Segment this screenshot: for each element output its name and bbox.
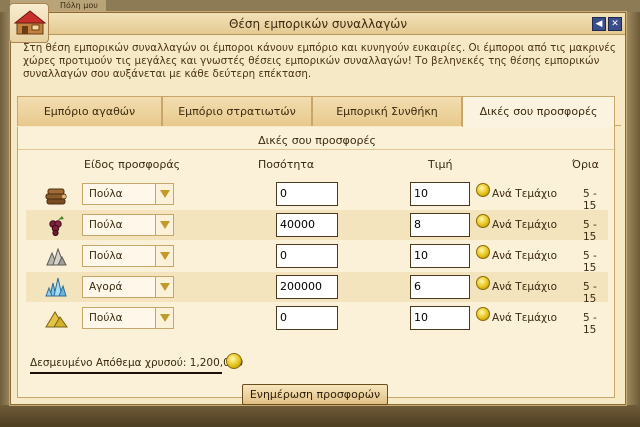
divider [30, 372, 222, 374]
offer-type-select[interactable]: Πούλα [82, 214, 174, 236]
per-unit-label: Ανά Τεμάχιο [492, 250, 558, 262]
window-title: Θέση εμπορικών συναλλαγών [228, 17, 408, 31]
header-price: Τιμή [428, 158, 453, 171]
trading-post-icon [9, 3, 49, 43]
tab-goods-trade[interactable]: Εμπόριο αγαθών [17, 96, 162, 126]
tab-your-offers[interactable]: Δικές σου προσφορές [462, 96, 615, 127]
header-limits: Όρια [572, 158, 599, 171]
offer-row-wine: Πούλα 40000 8 Ανά Τεμάχιο 5 - 15 [26, 210, 608, 243]
background-left-strip [0, 12, 10, 427]
per-unit-label: Ανά Τεμάχιο [492, 188, 558, 200]
header-offer-type: Είδος προσφοράς [84, 158, 181, 171]
header-quantity: Ποσότητα [258, 158, 315, 171]
wood-icon [45, 188, 67, 205]
offer-type-select[interactable]: Πούλα [82, 245, 174, 267]
limits-value: 5 - 15 [583, 250, 597, 274]
crystal-icon [45, 277, 67, 297]
close-button[interactable]: ✕ [608, 17, 622, 31]
marble-icon [46, 247, 67, 266]
chevron-down-icon[interactable] [155, 308, 173, 328]
gold-coin-icon [476, 245, 490, 259]
gold-coin-icon [476, 214, 490, 228]
offers-panel: Δικές σου προσφορές Είδος προσφοράς Ποσό… [17, 127, 616, 405]
chevron-down-icon[interactable] [155, 246, 173, 266]
sulfur-icon [45, 311, 68, 328]
offer-type-select[interactable]: Πούλα [82, 183, 174, 205]
window-titlebar[interactable]: Θέση εμπορικών συναλλαγών ◀ ✕ [11, 13, 625, 35]
per-unit-label: Ανά Τεμάχιο [492, 219, 558, 231]
price-input[interactable]: 10 [410, 182, 470, 206]
reserved-gold-label: Δεσμευμένο Απόθεμα χρυσού: 1,200,000 [30, 357, 244, 369]
trading-post-window: Θέση εμπορικών συναλλαγών ◀ ✕ Στη θέση ε… [9, 3, 626, 405]
quantity-input[interactable]: 200000 [276, 275, 338, 299]
limits-value: 5 - 15 [583, 188, 597, 212]
gold-coin-icon [476, 276, 490, 290]
back-button[interactable]: ◀ [592, 17, 606, 31]
limits-value: 5 - 15 [583, 281, 597, 305]
update-offers-button[interactable]: Ενημέρωση προσφορών [242, 384, 388, 405]
price-input[interactable]: 10 [410, 306, 470, 330]
offer-type-select[interactable]: Αγορά [82, 276, 174, 298]
price-input[interactable]: 10 [410, 244, 470, 268]
offer-row-sulfur: Πούλα 0 10 Ανά Τεμάχιο 5 - 15 [26, 303, 608, 336]
top-bar: Πόλη μου [0, 0, 640, 12]
limits-value: 5 - 15 [583, 219, 597, 243]
chevron-down-icon[interactable] [155, 184, 173, 204]
price-input[interactable]: 6 [410, 275, 470, 299]
offer-type-select[interactable]: Πούλα [82, 307, 174, 329]
tab-trade-treaty[interactable]: Εμπορική Συνθήκη [312, 96, 462, 126]
gold-coin-icon [476, 307, 490, 321]
intro-text: Στη θέση εμπορικών συναλλαγών οι έμποροι… [23, 42, 616, 80]
tab-bar: Εμπόριο αγαθών Εμπόριο στρατιωτών Εμπορι… [17, 96, 621, 127]
chevron-down-icon[interactable] [155, 277, 173, 297]
quantity-input[interactable]: 0 [276, 182, 338, 206]
gold-coin-icon [476, 183, 490, 197]
per-unit-label: Ανά Τεμάχιο [492, 281, 558, 293]
gold-coin-icon [226, 353, 242, 369]
price-input[interactable]: 8 [410, 213, 470, 237]
offer-row-wood: Πούλα 0 10 Ανά Τεμάχιο 5 - 15 [26, 179, 608, 212]
offer-row-crystal: Αγορά 200000 6 Ανά Τεμάχιο 5 - 15 [26, 272, 608, 305]
tab-soldier-trade[interactable]: Εμπόριο στρατιωτών [162, 96, 312, 126]
offer-row-marble: Πούλα 0 10 Ανά Τεμάχιο 5 - 15 [26, 241, 608, 274]
chevron-down-icon[interactable] [155, 215, 173, 235]
background-bottom [0, 405, 640, 427]
wine-icon [49, 216, 64, 237]
quantity-input[interactable]: 0 [276, 244, 338, 268]
limits-value: 5 - 15 [583, 312, 597, 336]
per-unit-label: Ανά Τεμάχιο [492, 312, 558, 324]
quantity-input[interactable]: 0 [276, 306, 338, 330]
panel-title: Δικές σου προσφορές [18, 132, 616, 150]
quantity-input[interactable]: 40000 [276, 213, 338, 237]
